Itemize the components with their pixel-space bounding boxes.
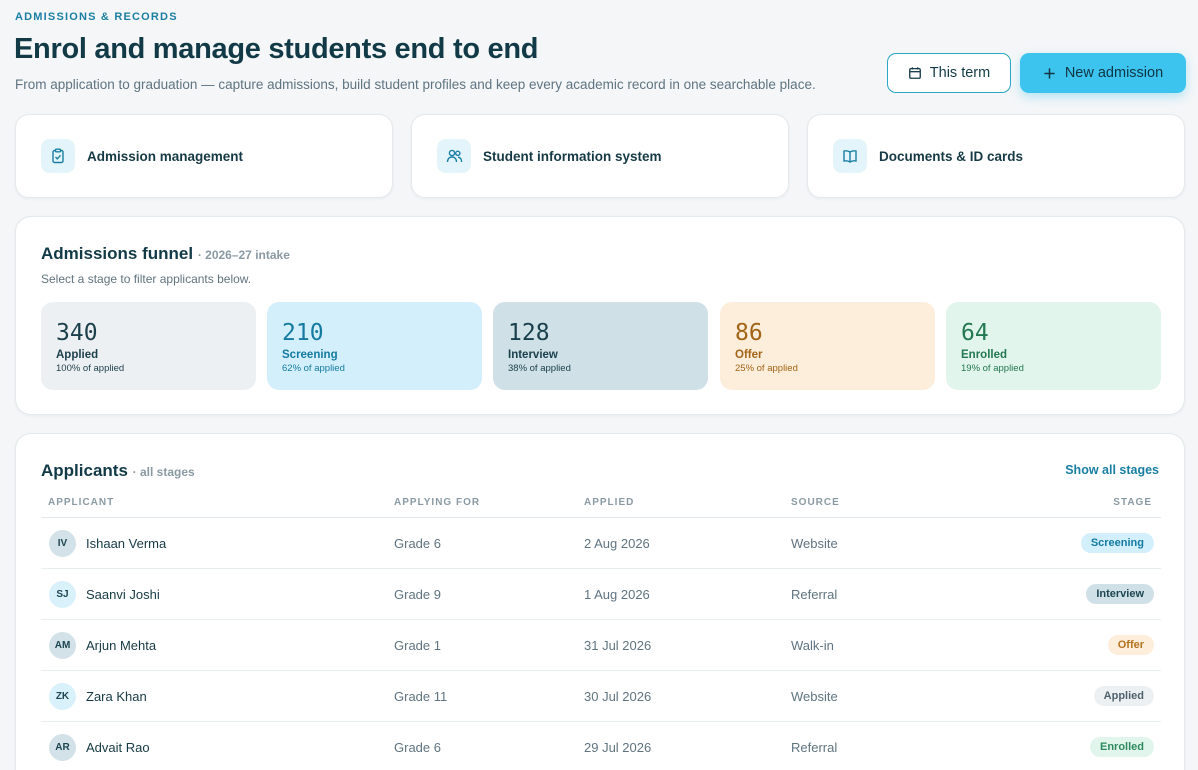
- applied-date: 30 Jul 2026: [584, 689, 652, 704]
- module-card-student-information-system[interactable]: Student information system: [411, 114, 789, 198]
- stage-badge: Screening: [1080, 533, 1154, 553]
- applicant-name: Saanvi Joshi: [86, 587, 160, 602]
- table-row[interactable]: SJ Saanvi Joshi Grade 9 1 Aug 2026 Refer…: [41, 569, 1161, 620]
- source: Referral: [791, 587, 838, 602]
- applying-for: Grade 6: [394, 536, 441, 551]
- stage-count: 210: [282, 320, 324, 346]
- applied-date: 2 Aug 2026: [584, 536, 650, 551]
- table-row[interactable]: IV Ishaan Verma Grade 6 2 Aug 2026 Websi…: [41, 518, 1161, 569]
- source: Walk-in: [791, 638, 834, 653]
- applied-date: 29 Jul 2026: [584, 740, 652, 755]
- applicants-subtitle: · all stages: [132, 465, 195, 479]
- stage-percent: 100% of applied: [56, 363, 125, 374]
- module-label: Student information system: [483, 148, 662, 164]
- show-all-stages-link[interactable]: Show all stages: [1065, 463, 1159, 477]
- stage-badge: Offer: [1107, 635, 1154, 655]
- applied-date: 1 Aug 2026: [584, 587, 650, 602]
- plus-icon: [1043, 67, 1056, 80]
- book-open-icon: [833, 139, 867, 173]
- calendar-icon: [908, 66, 922, 80]
- stage-name: Interview: [508, 349, 558, 361]
- module-card-documents-id-cards[interactable]: Documents & ID cards: [807, 114, 1185, 198]
- applying-for: Grade 6: [394, 740, 441, 755]
- applicants-title: Applicants: [41, 461, 128, 480]
- column-header-source[interactable]: SOURCE: [791, 497, 840, 508]
- new-admission-label: New admission: [1064, 65, 1164, 81]
- column-header-applicant[interactable]: APPLICANT: [48, 497, 114, 508]
- stage-card-interview[interactable]: 128 Interview 38% of applied: [493, 302, 708, 390]
- avatar: AM: [49, 632, 76, 659]
- applicant-name: Arjun Mehta: [86, 638, 157, 653]
- applicants-panel: Applicants · all stages Show all stages …: [15, 433, 1185, 770]
- applying-for: Grade 1: [394, 638, 441, 653]
- stage-percent: 25% of applied: [735, 363, 798, 374]
- stage-card-screening[interactable]: 210 Screening 62% of applied: [267, 302, 482, 390]
- stage-name: Screening: [282, 349, 338, 361]
- table-row[interactable]: AM Arjun Mehta Grade 1 31 Jul 2026 Walk-…: [41, 620, 1161, 671]
- stage-count: 86: [735, 320, 763, 346]
- admissions-funnel-panel: Admissions funnel · 2026–27 intake Selec…: [15, 216, 1185, 415]
- applicant-name: Zara Khan: [86, 689, 147, 704]
- source: Website: [791, 689, 838, 704]
- funnel-title-group: Admissions funnel · 2026–27 intake: [41, 244, 290, 264]
- avatar: AR: [49, 734, 76, 761]
- funnel-title: Admissions funnel: [41, 244, 194, 263]
- source: Website: [791, 536, 838, 551]
- stage-percent: 62% of applied: [282, 363, 345, 374]
- stage-percent: 19% of applied: [961, 363, 1024, 374]
- stage-card-offer[interactable]: 86 Offer 25% of applied: [720, 302, 935, 390]
- avatar: ZK: [49, 683, 76, 710]
- page-title: Enrol and manage students end to end: [14, 33, 539, 65]
- applying-for: Grade 9: [394, 587, 441, 602]
- page-subtitle: From application to graduation — capture…: [15, 77, 816, 92]
- applicant-name: Advait Rao: [86, 740, 150, 755]
- source: Referral: [791, 740, 838, 755]
- module-label: Admission management: [87, 148, 244, 164]
- stage-count: 64: [961, 320, 989, 346]
- column-header-applying-for[interactable]: APPLYING FOR: [394, 497, 480, 508]
- module-label: Documents & ID cards: [879, 148, 1024, 164]
- stage-percent: 38% of applied: [508, 363, 571, 374]
- section-eyebrow: ADMISSIONS & RECORDS: [15, 11, 178, 23]
- stage-badge: Enrolled: [1089, 737, 1154, 757]
- this-term-label: This term: [929, 65, 991, 81]
- applicant-name: Ishaan Verma: [86, 536, 167, 551]
- this-term-button[interactable]: This term: [887, 53, 1011, 93]
- stage-count: 128: [508, 320, 550, 346]
- table-row[interactable]: ZK Zara Khan Grade 11 30 Jul 2026 Websit…: [41, 671, 1161, 722]
- column-header-applied[interactable]: APPLIED: [584, 497, 634, 508]
- applicants-title-group: Applicants · all stages: [41, 461, 195, 481]
- applying-for: Grade 11: [394, 689, 448, 704]
- stage-name: Offer: [735, 349, 763, 361]
- stage-name: Applied: [56, 349, 99, 361]
- stage-badge: Applied: [1093, 686, 1154, 706]
- stage-card-applied[interactable]: 340 Applied 100% of applied: [41, 302, 256, 390]
- stage-name: Enrolled: [961, 349, 1008, 361]
- applied-date: 31 Jul 2026: [584, 638, 652, 653]
- avatar: SJ: [49, 581, 76, 608]
- table-row[interactable]: AR Advait Rao Grade 6 29 Jul 2026 Referr…: [41, 722, 1161, 770]
- stage-count: 340: [56, 320, 98, 346]
- funnel-hint: Select a stage to filter applicants belo…: [41, 272, 252, 286]
- new-admission-button[interactable]: New admission: [1020, 53, 1186, 93]
- column-header-stage[interactable]: STAGE: [1113, 497, 1152, 508]
- clipboard-check-icon: [41, 139, 75, 173]
- users-icon: [437, 139, 471, 173]
- stage-card-enrolled[interactable]: 64 Enrolled 19% of applied: [946, 302, 1161, 390]
- avatar: IV: [49, 530, 76, 557]
- funnel-subtitle: · 2026–27 intake: [197, 248, 290, 262]
- module-card-admission-management[interactable]: Admission management: [15, 114, 393, 198]
- stage-badge: Interview: [1086, 584, 1154, 604]
